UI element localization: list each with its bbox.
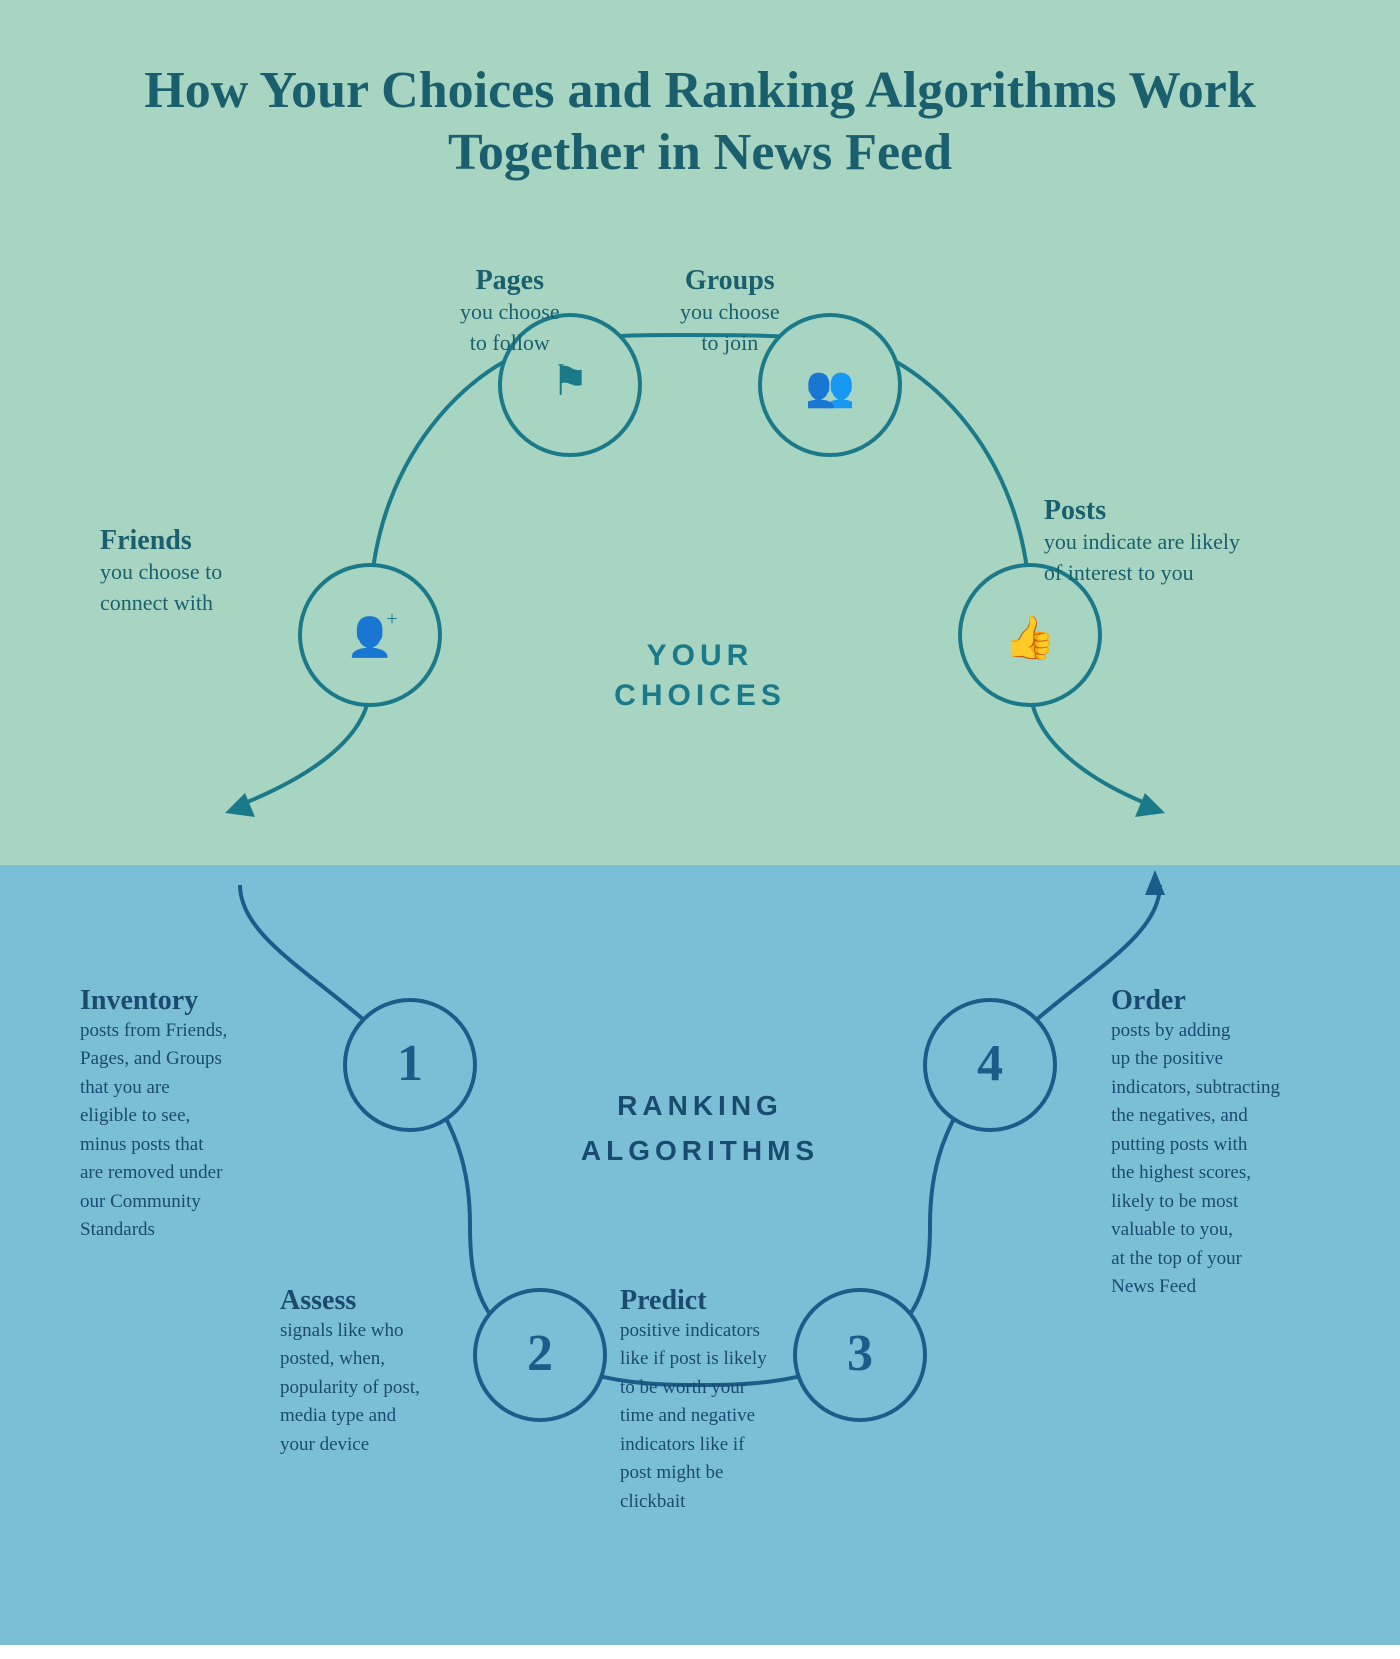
- posts-icon: 👍: [1004, 613, 1056, 662]
- pages-title: Pages: [460, 265, 560, 297]
- right-arrow-head: [1135, 793, 1165, 817]
- order-label: Order posts by addingup the positiveindi…: [1111, 985, 1280, 1302]
- groups-label: Groups you chooseto join: [680, 265, 780, 359]
- choices-label: CHOICES: [614, 679, 786, 712]
- algorithms-label: ALGORITHMS: [581, 1135, 819, 1166]
- your-choices-label: YOUR: [647, 639, 754, 672]
- assess-desc: signals like whoposted, when,popularity …: [280, 1317, 420, 1460]
- predict-title: Predict: [620, 1285, 767, 1317]
- predict-label: Predict positive indicatorslike if post …: [620, 1285, 767, 1517]
- inventory-title: Inventory: [80, 985, 227, 1017]
- order-title: Order: [1111, 985, 1280, 1017]
- number-3: 3: [847, 1325, 873, 1382]
- number-4: 4: [977, 1035, 1003, 1092]
- choices-area: ⚑ 👥 👤 + 👍 YOUR CHOICES Pages you chooset…: [40, 245, 1360, 865]
- posts-title: Posts: [1044, 495, 1240, 527]
- friends-desc: you choose toconnect with: [100, 557, 222, 619]
- pages-icon: ⚑: [551, 359, 589, 405]
- inventory-desc: posts from Friends,Pages, and Groupsthat…: [80, 1017, 227, 1245]
- number-2: 2: [527, 1325, 553, 1382]
- top-section: How Your Choices and Ranking Algorithms …: [0, 0, 1400, 865]
- ranking-label: RANKING: [617, 1090, 783, 1121]
- top-right-arrow: [1145, 870, 1165, 895]
- predict-desc: positive indicatorslike if post is likel…: [620, 1317, 767, 1517]
- number-1: 1: [397, 1035, 423, 1092]
- bottom-section: 1 2 3 4 RANKING ALGORITHMS Inventory pos…: [0, 865, 1400, 1645]
- inventory-label: Inventory posts from Friends,Pages, and …: [80, 985, 227, 1245]
- assess-label: Assess signals like whoposted, when,popu…: [280, 1285, 420, 1460]
- left-arrow-head: [225, 793, 255, 817]
- pages-label: Pages you chooseto follow: [460, 265, 560, 359]
- main-title: How Your Choices and Ranking Algorithms …: [40, 60, 1360, 185]
- assess-title: Assess: [280, 1285, 420, 1317]
- groups-title: Groups: [680, 265, 780, 297]
- friends-title: Friends: [100, 525, 222, 557]
- bottom-diagram-area: 1 2 3 4 RANKING ALGORITHMS Inventory pos…: [40, 865, 1360, 1565]
- friends-plus-icon: +: [386, 608, 397, 630]
- posts-desc: you indicate are likelyof interest to yo…: [1044, 527, 1240, 589]
- friends-label: Friends you choose toconnect with: [100, 525, 222, 619]
- groups-icon: 👥: [805, 364, 855, 409]
- groups-desc: you chooseto join: [680, 297, 780, 359]
- pages-desc: you chooseto follow: [460, 297, 560, 359]
- posts-label: Posts you indicate are likelyof interest…: [1044, 495, 1240, 589]
- top-arc: [370, 335, 1030, 615]
- order-desc: posts by addingup the positiveindicators…: [1111, 1017, 1280, 1302]
